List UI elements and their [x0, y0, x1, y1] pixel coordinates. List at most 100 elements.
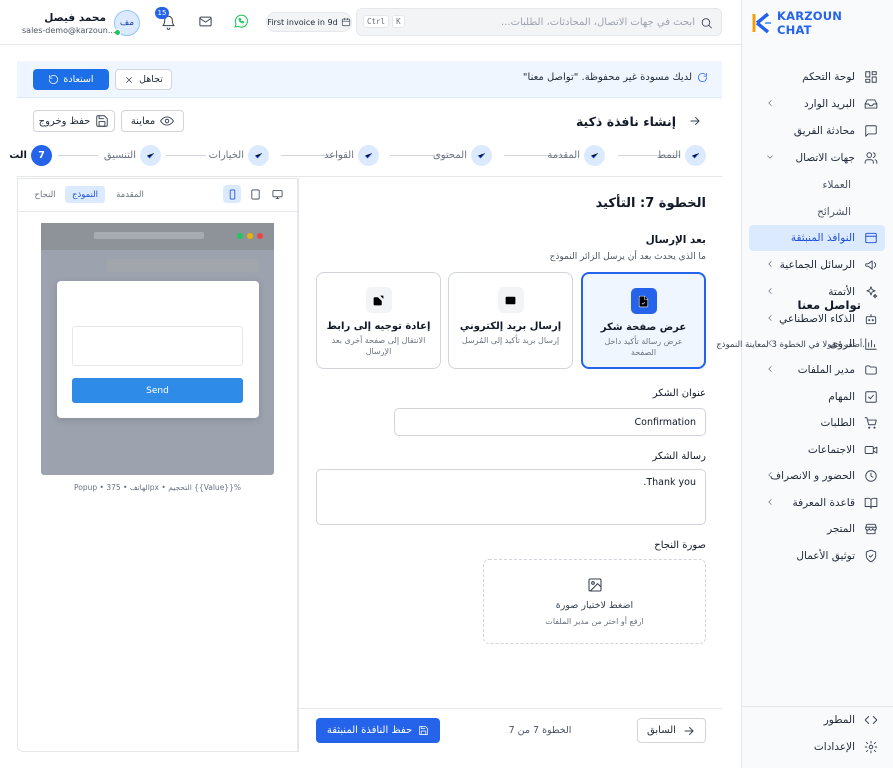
preview-button[interactable]: معاينة [121, 110, 184, 132]
step-label: التنسيق [103, 149, 136, 161]
restore-draft-button[interactable]: استعادة [33, 69, 109, 90]
dashboard-icon [863, 70, 879, 84]
sidebar-item-settings[interactable]: الإعدادات [749, 734, 885, 760]
save-and-exit-label: حفظ وخروج [38, 115, 91, 127]
save-popup-button[interactable]: حفظ النافذة المنبثقة [316, 718, 440, 743]
mobile-icon[interactable] [223, 185, 241, 203]
sidebar-item-label: توثيق الأعمال [796, 550, 855, 562]
sidebar-item-broadcasts[interactable]: الرسائل الجماعية [749, 252, 885, 278]
step-connector [58, 155, 98, 156]
upload-title: اضغط لاختيار صورة [555, 600, 634, 611]
option-redirect-url[interactable]: إعادة توجيه إلى رابط الانتقال إلى صفحة أ… [316, 272, 441, 369]
step-label: المحتوى [432, 149, 467, 161]
preview-send-button[interactable]: Send [72, 378, 243, 403]
step-rules[interactable]: القواعد [324, 144, 379, 166]
user-email: sales-demo@karzoun... [22, 26, 116, 35]
calendar-icon [341, 17, 351, 27]
sidebar-item-business-verification[interactable]: توثيق الأعمال [749, 543, 885, 569]
sidebar-item-label: المتجر [827, 523, 855, 535]
sidebar-item-attendance[interactable]: الحضور و الانصراف [749, 463, 885, 489]
step-connector [166, 155, 206, 156]
notification-count-badge: 15 [155, 7, 169, 19]
option-send-email[interactable]: إرسال بريد إلكتروني إرسال بريد تأكيد إلى… [448, 272, 573, 369]
sidebar-item-label: الاجتماعات [807, 444, 855, 456]
sparkles-icon [863, 285, 879, 299]
thank-you-message-input[interactable]: Thank you. [316, 469, 706, 525]
sidebar-item-orders[interactable]: الطلبات [749, 410, 885, 436]
ignore-draft-label: تجاهل [139, 74, 163, 85]
chevron-left-icon [765, 364, 775, 374]
cart-icon [863, 416, 879, 430]
previous-label: السابق [647, 725, 676, 736]
preview-tab-intro[interactable]: المقدمة [109, 186, 151, 203]
step-style[interactable]: النمط [657, 144, 706, 166]
draft-banner: لديك مسودة غير محفوظة. "تواصل معنا" تجاه… [17, 61, 722, 98]
search-box[interactable]: Ctrl K [356, 8, 722, 36]
step-intro[interactable]: المقدمة [547, 144, 605, 166]
sidebar-item-label: الطلبات [820, 417, 855, 429]
sidebar-item-label: النوافذ المنبثقة [790, 232, 855, 244]
preview-address-placeholder [94, 232, 204, 239]
invoice-badge[interactable]: First invoice in 9d [266, 12, 352, 32]
sidebar-item-dashboard[interactable]: لوحة التحكم [749, 64, 885, 90]
search-input[interactable] [445, 14, 695, 30]
sidebar-item-label: المطور [823, 714, 855, 726]
restore-draft-label: استعادة [63, 74, 94, 85]
popup-window-icon [863, 231, 879, 245]
preview-popup-hint: أضف حقولا في الخطوة 3 لمعاينة النموذج. [716, 340, 865, 350]
previous-button[interactable]: السابق [637, 718, 706, 743]
back-arrow-icon[interactable] [688, 114, 702, 128]
preview-popup-title: تواصل معنا [797, 298, 861, 312]
ignore-draft-button[interactable]: تجاهل [115, 69, 172, 90]
sidebar-item-contacts[interactable]: جهات الاتصال [749, 145, 885, 171]
step-label: القواعد [323, 149, 354, 161]
sidebar-item-knowledge-base[interactable]: قاعدة المعرفة [749, 490, 885, 516]
step-label: النمط [656, 149, 681, 161]
file-check-icon [630, 288, 657, 314]
image-upload-dropzone[interactable]: اضغط لاختيار صورة ارفع أو اختر من مدير ا… [483, 559, 706, 644]
sidebar-item-meetings[interactable]: الاجتماعات [749, 437, 885, 463]
desktop-icon[interactable] [268, 185, 286, 203]
preview-tab-success[interactable]: النجاح [28, 186, 62, 203]
window-dot-green [237, 233, 243, 239]
success-image-label: صورة النجاح [654, 540, 706, 551]
code-icon [863, 713, 879, 727]
settings-icon [863, 740, 879, 754]
save-and-exit-button[interactable]: حفظ وخروج [33, 110, 115, 132]
save-icon [95, 114, 109, 128]
sidebar-item-inbox[interactable]: البريد الوارد [749, 91, 885, 117]
step-design[interactable]: التنسيق [104, 144, 161, 166]
step-content[interactable]: المحتوى [433, 144, 492, 166]
sidebar-item-label: المهام [828, 391, 855, 403]
book-icon [863, 496, 879, 510]
window-dot-red [257, 233, 263, 239]
sidebar-item-label: محادثة الفريق [793, 125, 855, 137]
sidebar-item-popups[interactable]: النوافذ المنبثقة [749, 225, 885, 251]
kbd-ctrl: Ctrl [363, 15, 390, 28]
sidebar-item-file-manager[interactable]: مدير الملفات [749, 357, 885, 383]
sidebar-item-customers[interactable]: العملاء [749, 172, 885, 198]
chevron-left-icon [765, 497, 775, 507]
preview-tab-form[interactable]: النموذج [65, 186, 105, 203]
step-confirmation[interactable]: 7 الت [0, 144, 52, 166]
sidebar-item-segments[interactable]: الشرائح [749, 199, 885, 225]
option-description: الانتقال إلى صفحة أخرى بعد الإرسال [331, 336, 426, 356]
option-thank-you-page[interactable]: عرض صفحة شكر عرض رسالة تأكيد داخل الصفحة [581, 272, 706, 369]
page-title: إنشاء نافذة ذكية [575, 114, 676, 129]
sidebar-item-developer[interactable]: المطور [749, 707, 885, 733]
thank-you-title-input[interactable] [394, 408, 706, 436]
step-label: الخيارات [208, 149, 244, 161]
content-divider [298, 178, 299, 752]
clock-icon [863, 469, 879, 483]
tablet-icon[interactable] [246, 185, 264, 203]
sidebar-item-tasks[interactable]: المهام [749, 384, 885, 410]
kbd-k: K [392, 15, 405, 28]
sidebar-item-store[interactable]: المتجر [749, 516, 885, 542]
invoice-label: First invoice in 9d [267, 17, 338, 27]
step-options[interactable]: الخيارات [209, 144, 269, 166]
draft-banner-text: لديك مسودة غير محفوظة. "تواصل معنا" [522, 72, 692, 83]
brand[interactable]: KARZOUN CHAT [751, 9, 881, 37]
mail-icon[interactable] [198, 14, 213, 29]
whatsapp-icon[interactable] [233, 13, 249, 29]
sidebar-item-team-chat[interactable]: محادثة الفريق [749, 118, 885, 144]
